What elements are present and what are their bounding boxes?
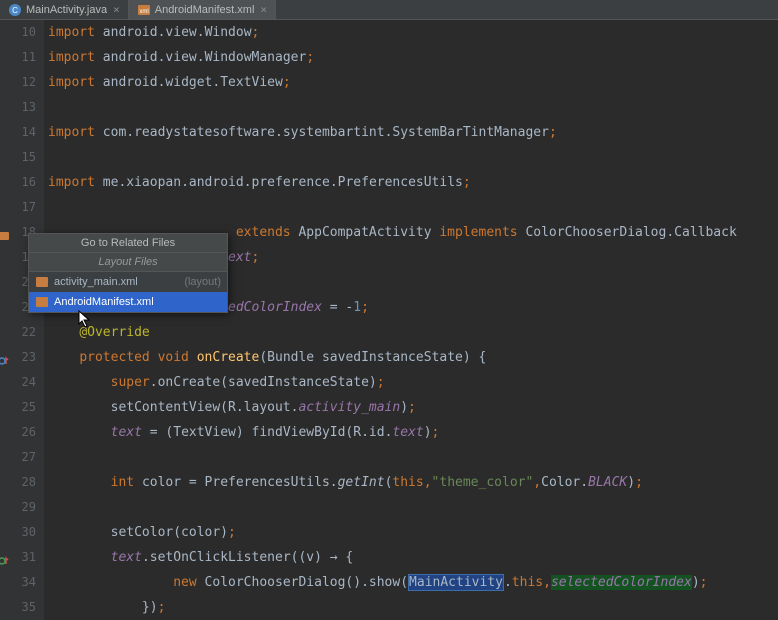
tab-bar: C MainActivity.java × xml AndroidManifes… [0,0,778,20]
line-number: 31 [0,545,36,570]
code-line[interactable]: }); [48,595,778,620]
line-number: 13 [0,95,36,120]
gutter: 1011121314151617181920212223242526272829… [0,20,44,620]
code-line[interactable]: import android.view.WindowManager; [48,45,778,70]
line-number: 25 [0,395,36,420]
code-line[interactable]: import android.view.Window; [48,20,778,45]
code-line[interactable]: text = (TextView) findViewById(R.id.text… [48,420,778,445]
code-line[interactable] [48,195,778,220]
tab-label: AndroidManifest.xml [155,4,255,16]
tab-main-activity[interactable]: C MainActivity.java × [0,0,129,19]
xml-file-icon [35,295,49,309]
code-line[interactable]: import android.widget.TextView; [48,70,778,95]
line-number: 23 [0,345,36,370]
line-number: 11 [0,45,36,70]
code-line[interactable] [48,95,778,120]
tab-label: MainActivity.java [26,4,107,16]
line-number: 10 [0,20,36,45]
code-line[interactable]: setContentView(R.layout.activity_main); [48,395,778,420]
line-number: 35 [0,595,36,620]
line-number: 14 [0,120,36,145]
line-number: 22 [0,320,36,345]
code-line[interactable]: super.onCreate(savedInstanceState); [48,370,778,395]
override-marker-icon[interactable] [0,351,10,363]
code-area[interactable]: import android.view.Window;import androi… [44,20,778,620]
popup-item-android-manifest[interactable]: AndroidManifest.xml [29,292,227,312]
line-number: 28 [0,470,36,495]
code-line[interactable]: import me.xiaopan.android.preference.Pre… [48,170,778,195]
line-number: 24 [0,370,36,395]
code-line[interactable] [48,445,778,470]
popup-item-label: activity_main.xml [54,276,180,288]
popup-item-activity-main[interactable]: activity_main.xml (layout) [29,272,227,292]
code-line[interactable]: int color = PreferencesUtils.getInt(this… [48,470,778,495]
java-file-icon: C [8,3,22,17]
line-number: 15 [0,145,36,170]
code-line[interactable]: text.setOnClickListener((v) → { [48,545,778,570]
code-line[interactable] [48,145,778,170]
svg-text:xml: xml [139,9,148,15]
line-number: 27 [0,445,36,470]
editor[interactable]: 1011121314151617181920212223242526272829… [0,20,778,620]
line-number: 17 [0,195,36,220]
implements-marker-icon[interactable] [0,551,10,563]
line-number: 30 [0,520,36,545]
code-line[interactable] [48,495,778,520]
tab-android-manifest[interactable]: xml AndroidManifest.xml × [129,0,276,19]
related-files-icon[interactable] [0,226,10,238]
related-files-popup: Go to Related Files Layout Files activit… [28,233,228,313]
xml-file-icon: xml [137,3,151,17]
popup-title: Go to Related Files [29,234,227,253]
code-line[interactable]: setColor(color); [48,520,778,545]
close-icon[interactable]: × [113,3,120,16]
line-number: 34 [0,570,36,595]
line-number: 29 [0,495,36,520]
popup-item-label: AndroidManifest.xml [54,296,221,308]
code-line[interactable]: new ColorChooserDialog().show(MainActivi… [48,570,778,595]
line-number: 26 [0,420,36,445]
popup-item-hint: (layout) [184,276,221,288]
code-line[interactable]: @Override [48,320,778,345]
popup-section: Layout Files [29,253,227,272]
close-icon[interactable]: × [260,3,267,16]
line-number: 16 [0,170,36,195]
code-line[interactable]: protected void onCreate(Bundle savedInst… [48,345,778,370]
svg-text:C: C [12,6,18,15]
code-line[interactable]: import com.readystatesoftware.systembart… [48,120,778,145]
line-number: 12 [0,70,36,95]
xml-file-icon [35,275,49,289]
